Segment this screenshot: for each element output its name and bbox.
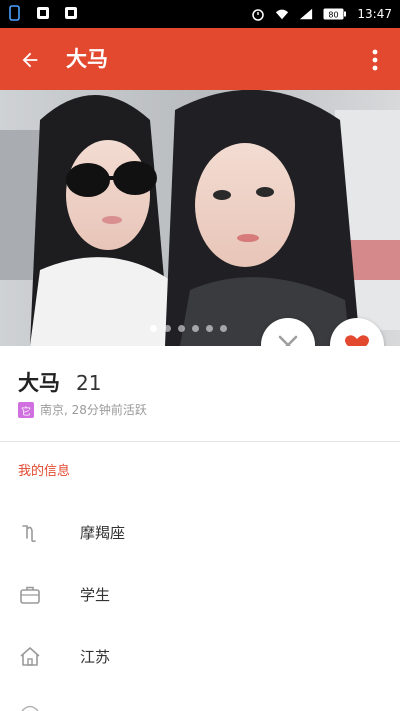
signal-icon xyxy=(300,8,313,20)
profile-photo[interactable] xyxy=(0,90,400,346)
status-bar: 80 13:47 xyxy=(0,0,400,28)
info-row-label: 学生 xyxy=(80,586,111,604)
arrow-back-icon xyxy=(22,52,38,68)
pager-dot xyxy=(192,325,199,332)
zodiac-icon xyxy=(22,525,36,543)
info-row-zodiac[interactable]: 摩羯座 xyxy=(0,503,400,563)
partial-row-icon xyxy=(21,705,39,711)
pager-dot xyxy=(178,325,185,332)
profile-age: 21 xyxy=(76,371,102,395)
pager-dot xyxy=(164,325,171,332)
photo-pager xyxy=(150,325,227,332)
page-title: 大马 xyxy=(66,47,108,71)
wifi-icon xyxy=(276,9,289,20)
pager-dot xyxy=(220,325,227,332)
back-button[interactable] xyxy=(14,44,46,76)
svg-text:80: 80 xyxy=(329,11,339,20)
briefcase-icon xyxy=(20,586,40,604)
alarm-icon xyxy=(252,9,265,21)
home-icon xyxy=(20,647,40,666)
info-row-occupation[interactable]: 学生 xyxy=(0,565,400,625)
clock: 13:47 xyxy=(357,7,392,21)
info-row-label: 摩羯座 xyxy=(80,524,126,542)
notification-icon-1 xyxy=(37,7,49,19)
profile-name: 大马 xyxy=(18,371,60,395)
profile-header: 大马 21 它 南京, 28分钟前活跃 xyxy=(0,346,400,442)
toolbar: 大马 xyxy=(0,28,400,90)
pager-dot xyxy=(206,325,213,332)
info-row-label: 江苏 xyxy=(80,648,111,666)
sim-icon xyxy=(9,5,20,21)
notification-icon-2 xyxy=(65,7,77,19)
location-badge: 它 xyxy=(18,402,34,418)
location-text: 南京, 28分钟前活跃 xyxy=(40,403,147,417)
pager-dot xyxy=(150,325,157,332)
more-options-button[interactable] xyxy=(360,44,390,76)
more-vert-icon xyxy=(372,49,378,71)
info-row-hometown[interactable]: 江苏 xyxy=(0,627,400,687)
battery-icon: 80 xyxy=(323,8,347,20)
section-title-my-info: 我的信息 xyxy=(18,464,71,479)
